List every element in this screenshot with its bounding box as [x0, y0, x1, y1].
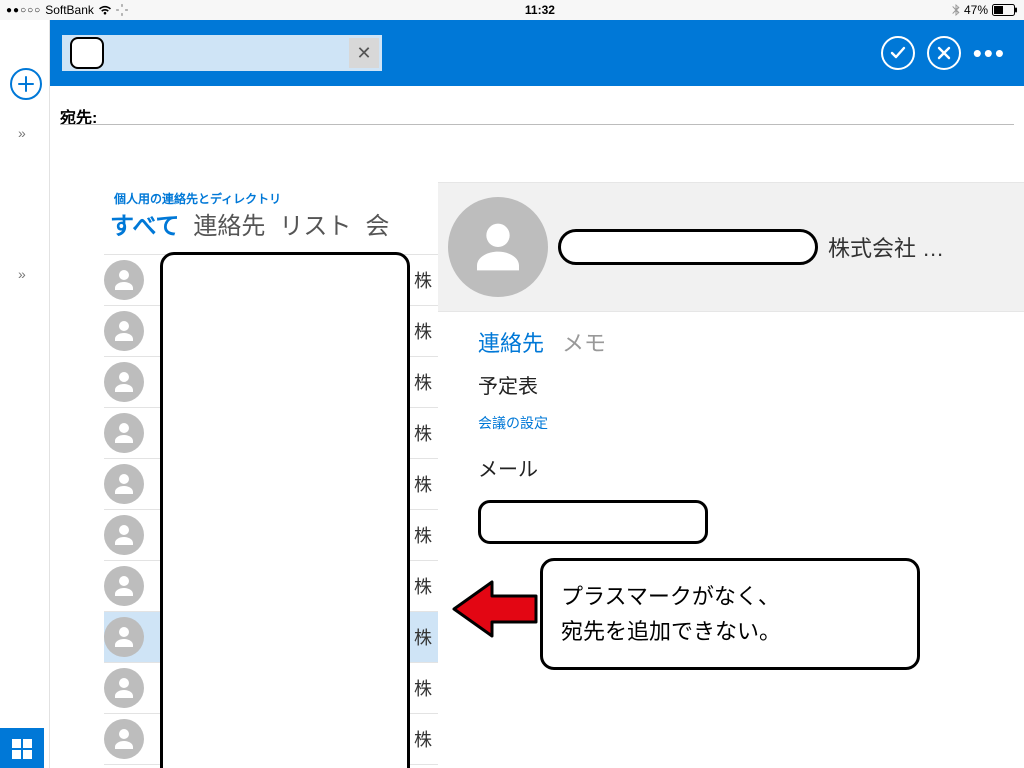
detail-header: 株式会社 …	[438, 182, 1024, 312]
avatar-icon	[104, 617, 144, 657]
directory-tabs: すべて 連絡先 リスト 会	[110, 206, 389, 241]
schedule-meeting-link[interactable]: 会議の設定	[438, 411, 1024, 449]
more-button[interactable]: •••	[973, 38, 1006, 69]
compose-button[interactable]	[10, 68, 42, 100]
top-toolbar: ✕ •••	[50, 20, 1024, 86]
ios-status-bar: ●●○○○ SoftBank 11:32 47%	[0, 0, 1024, 20]
tab-all[interactable]: すべて	[110, 206, 179, 241]
app-launcher-button[interactable]	[0, 728, 44, 768]
tab-groups[interactable]: 会	[365, 206, 389, 241]
search-field-wrap: ✕	[62, 35, 382, 71]
avatar-icon	[104, 719, 144, 759]
search-input[interactable]	[70, 37, 104, 69]
annotation-callout: プラスマークがなく、 宛先を追加できない。	[540, 558, 920, 670]
app-frame: » » ✕ ••• 宛先: 個人用の連絡先とディレクトリ すべて 連絡先 リスト…	[0, 20, 1024, 768]
contact-detail-pane: 株式会社 … 連絡先 メモ 予定表 会議の設定 メール	[438, 182, 1024, 768]
avatar-icon	[104, 311, 144, 351]
confirm-button[interactable]	[881, 36, 915, 70]
detail-tab-contact[interactable]: 連絡先	[478, 326, 544, 358]
directory-scope-label: 個人用の連絡先とディレクトリ	[114, 190, 281, 207]
avatar-icon	[104, 566, 144, 606]
company-suffix-label: 株式会社 …	[828, 231, 944, 263]
avatar-large-icon	[448, 197, 548, 297]
collapse-chevron-icon[interactable]: »	[18, 125, 26, 141]
avatar-icon	[104, 362, 144, 402]
avatar-icon	[104, 668, 144, 708]
left-rail: » »	[0, 20, 50, 768]
battery-icon	[992, 4, 1018, 16]
divider	[60, 124, 1014, 125]
wifi-icon	[98, 5, 112, 15]
cancel-button[interactable]	[927, 36, 961, 70]
collapse-chevron-icon[interactable]: »	[18, 266, 26, 282]
mail-section-label: メール	[478, 453, 984, 482]
avatar-icon	[104, 515, 144, 555]
redaction-box	[160, 252, 410, 768]
annotation-arrow-icon	[452, 576, 538, 647]
annotation-line2: 宛先を追加できない。	[561, 614, 899, 649]
detail-tab-memo[interactable]: メモ	[562, 326, 606, 358]
annotation-line1: プラスマークがなく、	[561, 579, 899, 614]
redaction-box	[478, 500, 708, 544]
clock: 11:32	[525, 3, 555, 17]
carrier-label: SoftBank	[45, 3, 94, 17]
loading-spinner-icon	[116, 4, 128, 16]
battery-pct: 47%	[964, 3, 988, 17]
detail-tabs: 連絡先 メモ	[438, 312, 1024, 366]
tab-contacts[interactable]: 連絡先	[193, 206, 265, 241]
redaction-box	[558, 229, 818, 265]
avatar-icon	[104, 413, 144, 453]
tab-lists[interactable]: リスト	[279, 206, 351, 241]
clear-search-button[interactable]: ✕	[349, 38, 379, 68]
recipient-label: 宛先:	[60, 96, 1014, 136]
bluetooth-icon	[952, 4, 960, 16]
calendar-section-label: 予定表	[478, 370, 984, 399]
avatar-icon	[104, 464, 144, 504]
signal-dots: ●●○○○	[6, 5, 41, 16]
avatar-icon	[104, 260, 144, 300]
